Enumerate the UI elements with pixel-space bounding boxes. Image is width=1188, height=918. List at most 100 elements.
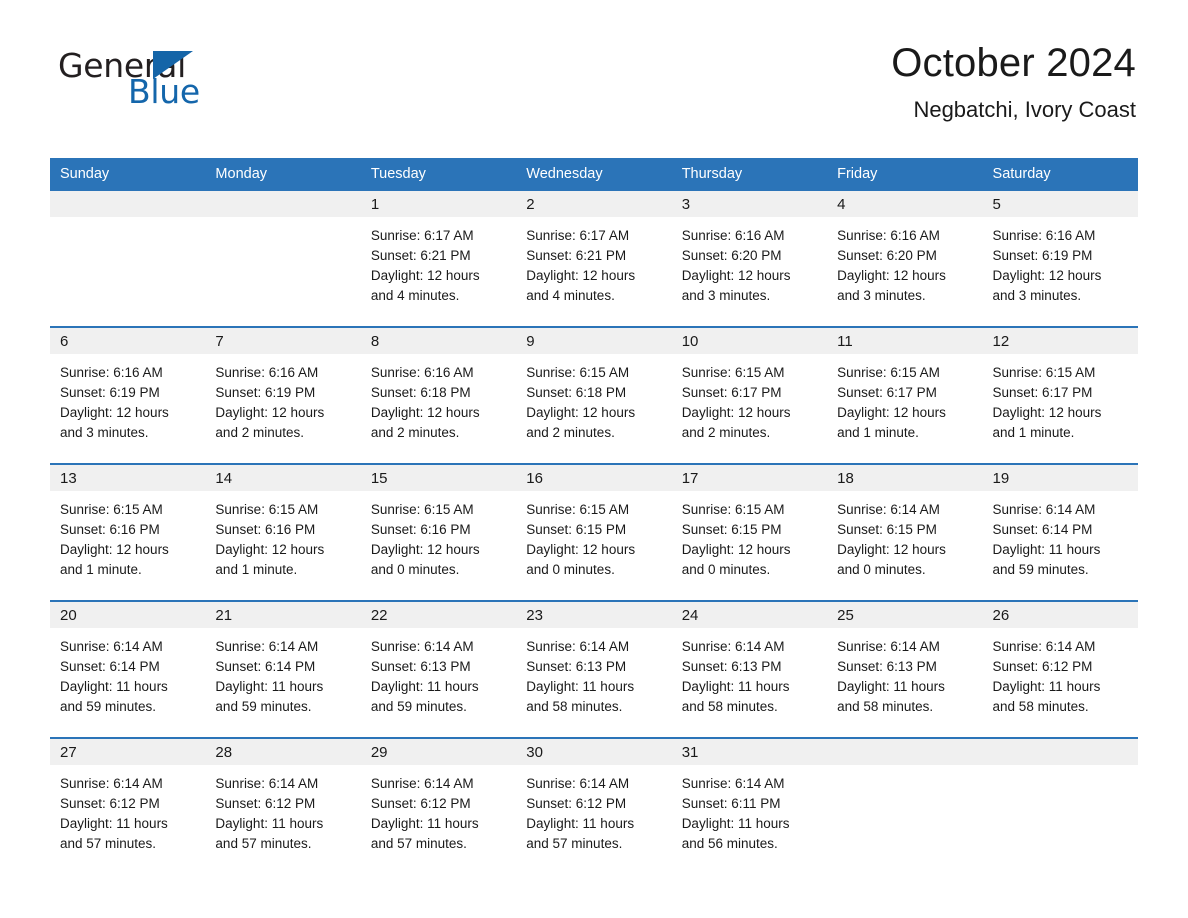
calendar-day-cell[interactable]: 30 Sunrise: 6:14 AM Sunset: 6:12 PM Dayligh… [516,737,672,874]
day-number: 20 [50,602,206,628]
day-cell-inner: 6 Sunrise: 6:16 AM Sunset: 6:19 PM Daylight… [50,328,206,463]
calendar-empty-cell [827,737,983,874]
day-daylight-2-text: and 1 minute. [60,562,142,577]
day-sunrise-text: Sunrise: 6:15 AM [681,502,785,517]
day-sunset-text: Sunset: 6:14 PM [60,659,160,674]
calendar-day-cell[interactable]: 19 Sunrise: 6:14 AM Sunset: 6:14 PM Dayligh… [982,463,1138,601]
day-details: Sunrise: 6:15 AM Sunset: 6:16 PM Daylight:… [50,491,205,580]
day-daylight-2-text: and 3 minutes. [681,288,771,303]
day-details: Sunrise: 6:15 AM Sunset: 6:15 PM Daylight:… [672,491,827,580]
calendar-header-row: Sunday Monday Tuesday Wednesday Thursday… [50,158,1138,191]
day-sunset-text: Sunset: 6:15 PM [837,522,937,537]
day-cell-inner: 22 Sunrise: 6:14 AM Sunset: 6:13 PM Dayligh… [360,602,517,737]
day-sunset-text: Sunset: 6:18 PM [370,385,471,400]
calendar-day-cell[interactable]: 21 Sunrise: 6:14 AM Sunset: 6:14 PM Dayligh… [205,600,361,738]
day-sunset-text: Sunset: 6:14 PM [992,522,1093,537]
day-sunset-text: Sunset: 6:14 PM [215,659,316,674]
calendar-day-cell[interactable]: 11 Sunrise: 6:15 AM Sunset: 6:17 PM Dayligh… [827,326,983,464]
day-daylight-2-text: and 57 minutes. [526,836,623,851]
calendar-day-cell[interactable]: 23 Sunrise: 6:14 AM Sunset: 6:13 PM Dayligh… [516,600,672,738]
day-details: Sunrise: 6:16 AM Sunset: 6:19 PM Daylight:… [205,354,360,443]
calendar-day-cell[interactable]: 16 Sunrise: 6:15 AM Sunset: 6:15 PM Dayligh… [516,463,672,601]
day-sunset-text: Sunset: 6:17 PM [681,385,782,400]
calendar-day-cell[interactable]: 25 Sunrise: 6:14 AM Sunset: 6:13 PM Dayligh… [827,600,983,738]
calendar-day-cell[interactable]: 12 Sunrise: 6:15 AM Sunset: 6:17 PM Dayligh… [982,326,1138,464]
day-number: 3 [671,191,828,217]
calendar-week-row: 6 Sunrise: 6:16 AM Sunset: 6:19 PM Daylight… [50,326,1138,464]
calendar-day-cell[interactable]: 7 Sunrise: 6:16 AM Sunset: 6:19 PM Daylight… [205,326,361,464]
day-number [50,191,206,217]
calendar-day-cell[interactable]: 29 Sunrise: 6:14 AM Sunset: 6:12 PM Dayligh… [360,737,517,874]
general-blue-logo[interactable]: General Blue [50,42,200,114]
calendar-day-cell[interactable]: 8 Sunrise: 6:16 AM Sunset: 6:18 PM Daylight… [360,326,517,464]
day-daylight-2-text: and 58 minutes. [681,699,778,714]
calendar-day-cell[interactable]: 6 Sunrise: 6:16 AM Sunset: 6:19 PM Daylight… [50,326,206,464]
calendar-day-cell[interactable]: 10 Sunrise: 6:15 AM Sunset: 6:17 PM Dayligh… [671,326,828,464]
day-daylight-1-text: Daylight: 12 hours [837,268,946,283]
day-sunrise-text: Sunrise: 6:15 AM [526,502,630,517]
day-sunrise-text: Sunrise: 6:14 AM [215,776,319,791]
day-daylight-2-text: and 57 minutes. [60,836,157,851]
day-details [50,217,205,226]
day-cell-inner: 8 Sunrise: 6:16 AM Sunset: 6:18 PM Daylight… [360,328,517,463]
calendar-day-cell[interactable]: 22 Sunrise: 6:14 AM Sunset: 6:13 PM Dayligh… [360,600,517,738]
day-number: 8 [360,328,517,354]
day-daylight-1-text: Daylight: 11 hours [215,679,324,694]
day-sunset-text: Sunset: 6:12 PM [370,796,471,811]
calendar-day-cell[interactable]: 26 Sunrise: 6:14 AM Sunset: 6:12 PM Dayligh… [982,600,1138,738]
day-cell-inner [50,191,206,326]
day-details: Sunrise: 6:14 AM Sunset: 6:13 PM Daylight:… [827,628,982,717]
day-details: Sunrise: 6:16 AM Sunset: 6:20 PM Daylight:… [827,217,982,306]
day-sunrise-text: Sunrise: 6:15 AM [837,365,940,380]
day-daylight-2-text: and 58 minutes. [837,699,934,714]
calendar-day-cell[interactable]: 17 Sunrise: 6:15 AM Sunset: 6:15 PM Dayligh… [671,463,828,601]
calendar-body: 1 Sunrise: 6:17 AM Sunset: 6:21 PM Daylight… [50,191,1138,874]
day-number: 24 [671,602,828,628]
weekday-header-wednesday: Wednesday [516,158,672,191]
day-details: Sunrise: 6:15 AM Sunset: 6:18 PM Daylight:… [516,354,671,443]
calendar-day-cell[interactable]: 5 Sunrise: 6:16 AM Sunset: 6:19 PM Daylight… [982,191,1138,327]
calendar-day-cell[interactable]: 3 Sunrise: 6:16 AM Sunset: 6:20 PM Daylight… [671,191,828,327]
calendar-day-cell[interactable]: 20 Sunrise: 6:14 AM Sunset: 6:14 PM Dayligh… [50,600,206,738]
day-daylight-2-text: and 2 minutes. [681,425,771,440]
day-details: Sunrise: 6:15 AM Sunset: 6:17 PM Daylight:… [672,354,827,443]
day-daylight-1-text: Daylight: 12 hours [837,542,946,557]
day-sunrise-text: Sunrise: 6:15 AM [992,365,1096,380]
calendar-day-cell[interactable]: 9 Sunrise: 6:15 AM Sunset: 6:18 PM Daylight… [516,326,672,464]
day-number: 5 [982,191,1138,217]
calendar-day-cell[interactable]: 13 Sunrise: 6:15 AM Sunset: 6:16 PM Dayligh… [50,463,206,601]
calendar-day-cell[interactable]: 14 Sunrise: 6:15 AM Sunset: 6:16 PM Dayligh… [205,463,361,601]
calendar-table: Sunday Monday Tuesday Wednesday Thursday… [50,158,1138,874]
day-daylight-1-text: Daylight: 12 hours [60,405,169,420]
page-title: October 2024 [891,41,1136,85]
weekday-header-sunday: Sunday [50,158,206,191]
day-number: 27 [50,739,206,765]
day-daylight-2-text: and 2 minutes. [370,425,460,440]
day-number: 11 [827,328,983,354]
day-cell-inner: 14 Sunrise: 6:15 AM Sunset: 6:16 PM Dayligh… [205,465,361,600]
day-cell-inner: 12 Sunrise: 6:15 AM Sunset: 6:17 PM Dayligh… [982,328,1138,463]
day-daylight-1-text: Daylight: 12 hours [370,405,480,420]
day-daylight-1-text: Daylight: 12 hours [215,542,325,557]
day-daylight-2-text: and 2 minutes. [215,425,304,440]
weekday-header-saturday: Saturday [982,158,1138,191]
day-details: Sunrise: 6:15 AM Sunset: 6:16 PM Daylight:… [205,491,360,580]
calendar-day-cell[interactable]: 18 Sunrise: 6:14 AM Sunset: 6:15 PM Dayligh… [827,463,983,601]
day-sunrise-text: Sunrise: 6:14 AM [681,776,785,791]
day-sunrise-text: Sunrise: 6:14 AM [526,639,630,654]
calendar-week-row: 20 Sunrise: 6:14 AM Sunset: 6:14 PM Dayligh… [50,600,1138,738]
day-cell-inner: 30 Sunrise: 6:14 AM Sunset: 6:12 PM Dayligh… [516,739,672,874]
calendar-day-cell[interactable]: 4 Sunrise: 6:16 AM Sunset: 6:20 PM Daylight… [827,191,983,327]
day-sunset-text: Sunset: 6:21 PM [526,248,627,263]
calendar-day-cell[interactable]: 31 Sunrise: 6:14 AM Sunset: 6:11 PM Dayligh… [671,737,828,874]
calendar-day-cell[interactable]: 27 Sunrise: 6:14 AM Sunset: 6:12 PM Dayligh… [50,737,206,874]
day-sunset-text: Sunset: 6:15 PM [526,522,627,537]
calendar-day-cell[interactable]: 24 Sunrise: 6:14 AM Sunset: 6:13 PM Dayligh… [671,600,828,738]
calendar-day-cell[interactable]: 2 Sunrise: 6:17 AM Sunset: 6:21 PM Daylight… [516,191,672,327]
day-daylight-1-text: Daylight: 12 hours [370,268,480,283]
day-sunset-text: Sunset: 6:19 PM [215,385,316,400]
calendar-day-cell[interactable]: 15 Sunrise: 6:15 AM Sunset: 6:16 PM Dayligh… [360,463,517,601]
day-details: Sunrise: 6:14 AM Sunset: 6:12 PM Daylight:… [361,765,516,854]
calendar-day-cell[interactable]: 28 Sunrise: 6:14 AM Sunset: 6:12 PM Dayligh… [205,737,361,874]
calendar-day-cell[interactable]: 1 Sunrise: 6:17 AM Sunset: 6:21 PM Daylight… [360,191,517,327]
